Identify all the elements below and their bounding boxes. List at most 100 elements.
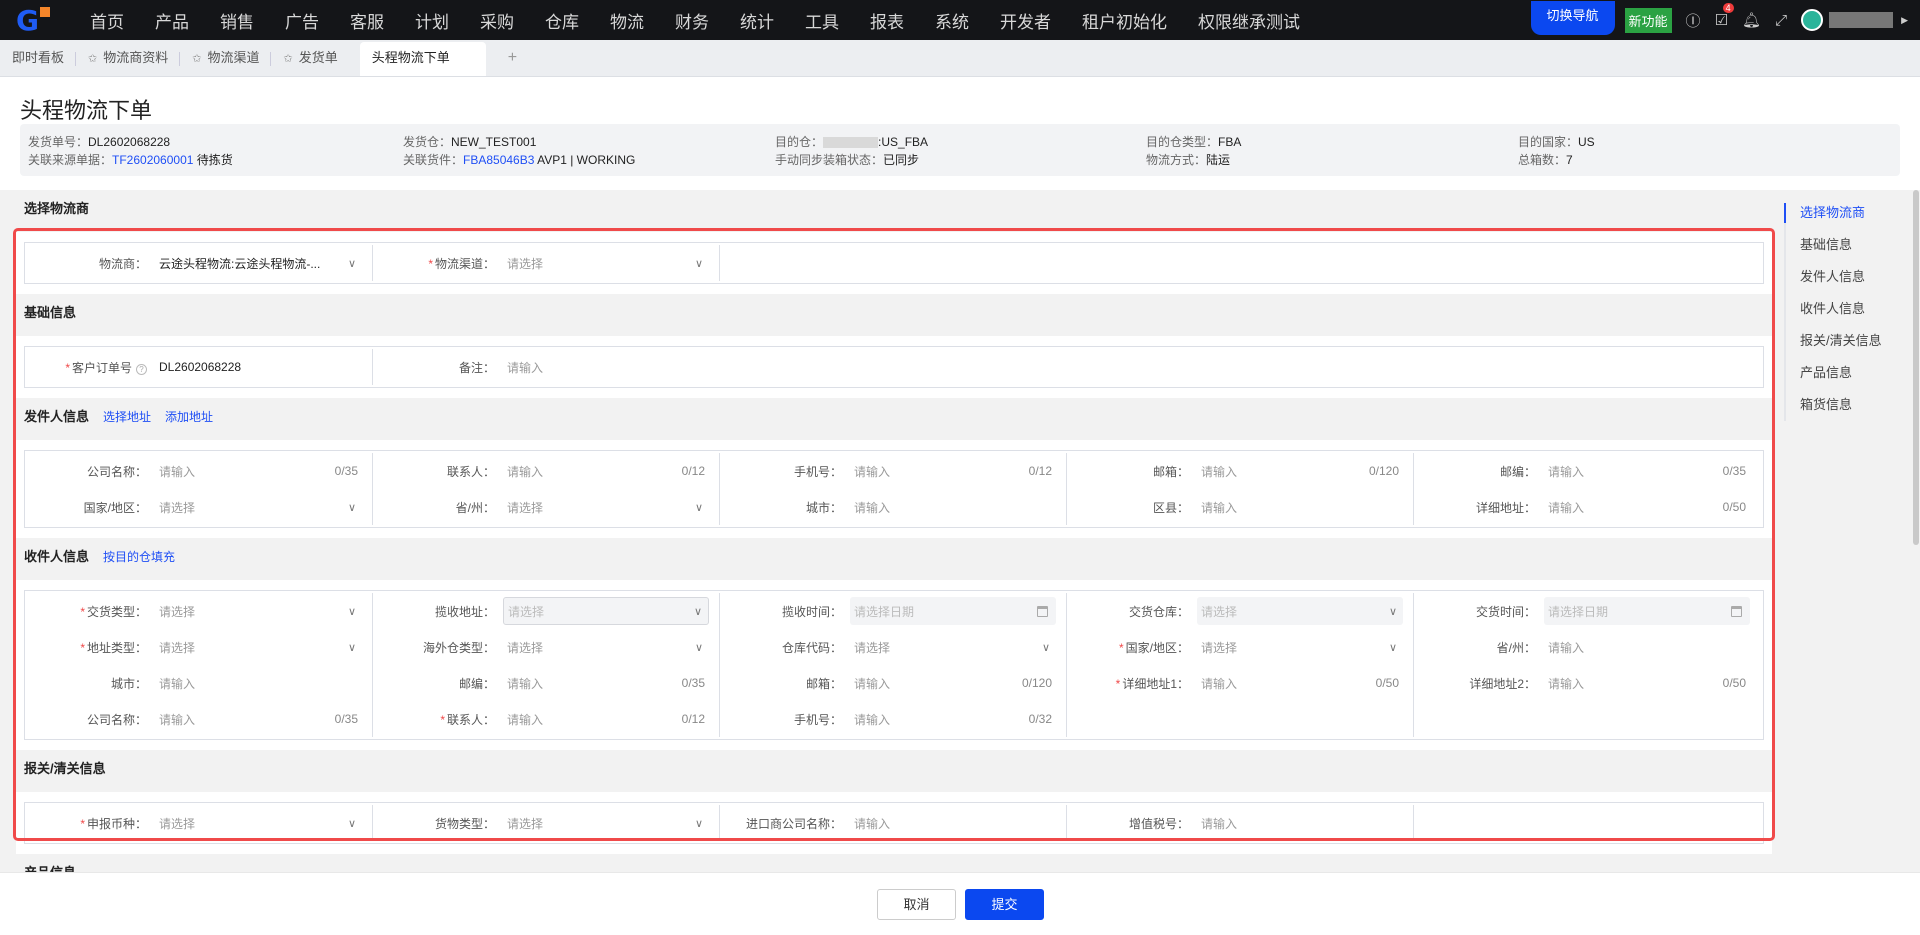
nav-menu-item[interactable]: 报表 bbox=[870, 8, 904, 33]
username-blurred[interactable] bbox=[1829, 12, 1894, 28]
fullscreen-icon[interactable]: ⤢ bbox=[1775, 12, 1787, 29]
text-input[interactable]: 请输入 0/32 bbox=[850, 705, 1056, 733]
new-feature-button[interactable]: 新功能 bbox=[1624, 7, 1672, 33]
nav-menu-item[interactable]: 财务 bbox=[675, 8, 709, 33]
nav-menu-item[interactable]: 权限继承测试 bbox=[1198, 8, 1300, 33]
shipment-link[interactable]: FBA85046B3 bbox=[463, 153, 534, 167]
section-link[interactable]: 添加地址 bbox=[165, 410, 213, 424]
cancel-button[interactable]: 取消 bbox=[877, 889, 956, 920]
form-field: 备注： 请输入 bbox=[372, 349, 1760, 385]
select-field[interactable]: 请选择 ∨ bbox=[1197, 633, 1403, 661]
bell-icon[interactable]: 🔔︎ bbox=[1742, 11, 1761, 29]
nav-menu-item[interactable]: 物流 bbox=[610, 8, 644, 33]
select-field[interactable]: 请选择 ∨ bbox=[155, 633, 362, 661]
nav-menu-item[interactable]: 首页 bbox=[90, 8, 124, 33]
text-input[interactable]: DL2602068228 bbox=[155, 353, 362, 381]
form-field: 货物类型： 请选择 ∨ bbox=[372, 805, 719, 841]
source-link[interactable]: TF2602060001 bbox=[112, 153, 193, 167]
scrollbar-thumb[interactable] bbox=[1913, 190, 1919, 545]
tab-item[interactable]: ✩ 物流商资料 bbox=[76, 42, 181, 76]
section-title: 收件人信息 bbox=[24, 549, 90, 564]
text-input[interactable]: 请输入 0/50 bbox=[1544, 493, 1750, 521]
text-input[interactable]: 请输入 0/12 bbox=[850, 457, 1056, 485]
tab-item[interactable]: 即时看板 bbox=[0, 42, 77, 76]
anchor-link[interactable]: 发件人信息 bbox=[1784, 267, 1882, 299]
text-input[interactable]: 请输入 0/50 bbox=[1544, 669, 1750, 697]
select-field[interactable]: 云途头程物流:云途头程物流-... ∨ bbox=[155, 249, 362, 277]
text-input[interactable]: 请输入 0/120 bbox=[1197, 457, 1403, 485]
section-link[interactable]: 按目的仓填充 bbox=[103, 550, 175, 564]
select-field[interactable]: 请选择 ∨ bbox=[503, 249, 709, 277]
submit-button[interactable]: 提交 bbox=[965, 889, 1044, 920]
text-input[interactable]: 请输入 bbox=[155, 669, 362, 697]
anchor-link[interactable]: 箱货信息 bbox=[1784, 395, 1882, 427]
field-label: 省/州： bbox=[1414, 639, 1542, 656]
nav-menu-item[interactable]: 客服 bbox=[350, 8, 384, 33]
pin-icon[interactable]: ✩ bbox=[88, 53, 97, 65]
field-label: * 交货类型： bbox=[25, 603, 153, 620]
tab-item[interactable]: ✩ 发货单 bbox=[271, 42, 349, 76]
field-label-text: 联系人： bbox=[446, 464, 495, 479]
text-input[interactable]: 请输入 0/35 bbox=[155, 457, 362, 485]
pin-icon[interactable]: ✩ bbox=[283, 53, 292, 65]
text-input[interactable]: 请输入 0/35 bbox=[155, 705, 362, 733]
help-circle-icon[interactable]: Ⓘ bbox=[1686, 10, 1701, 31]
text-input[interactable]: 请输入 bbox=[850, 809, 1056, 837]
anchor-link[interactable]: 收件人信息 bbox=[1784, 299, 1882, 331]
nav-menu-item[interactable]: 采购 bbox=[480, 8, 514, 33]
help-icon[interactable]: ? bbox=[136, 363, 147, 375]
anchor-link[interactable]: 产品信息 bbox=[1784, 363, 1882, 395]
section-title: 发件人信息 bbox=[24, 409, 90, 424]
text-input[interactable]: 请输入 bbox=[1544, 633, 1750, 661]
select-field[interactable]: 请选择 ∨ bbox=[155, 597, 362, 625]
text-input[interactable]: 请输入 bbox=[503, 353, 1750, 381]
pin-icon[interactable]: ✩ bbox=[192, 53, 201, 65]
caret-right-icon[interactable]: ▶ bbox=[1901, 15, 1908, 26]
select-field[interactable]: 请选择 ∨ bbox=[503, 809, 709, 837]
text-input[interactable]: 请输入 0/12 bbox=[503, 705, 709, 733]
field-placeholder: 请输入 bbox=[507, 360, 544, 375]
avatar[interactable] bbox=[1801, 9, 1824, 31]
field-label-text: 区县： bbox=[1152, 500, 1189, 515]
logo[interactable]: G bbox=[16, 5, 60, 35]
nav-menu-item[interactable]: 开发者 bbox=[1000, 8, 1051, 33]
nav-menu-item[interactable]: 租户初始化 bbox=[1082, 8, 1167, 33]
nav-menu-item[interactable]: 工具 bbox=[805, 8, 839, 33]
tab-item[interactable]: ✩ 物流渠道 bbox=[180, 42, 272, 76]
switch-nav-button[interactable]: 切换导航 bbox=[1530, 1, 1615, 35]
field-placeholder: 请选择 bbox=[507, 256, 544, 271]
nav-menu-item[interactable]: 仓库 bbox=[545, 8, 579, 33]
anchor-link[interactable]: 基础信息 bbox=[1784, 235, 1882, 267]
text-input[interactable]: 请输入 0/35 bbox=[503, 669, 709, 697]
select-field[interactable]: 请选择 ∨ bbox=[503, 493, 709, 521]
nav-menu-item[interactable]: 计划 bbox=[415, 8, 449, 33]
char-counter: 0/50 bbox=[1722, 676, 1746, 690]
field-label: 区县： bbox=[1067, 499, 1195, 516]
select-field[interactable]: 请选择 ∨ bbox=[155, 809, 362, 837]
add-tab-button[interactable]: + bbox=[496, 42, 529, 76]
select-field[interactable]: 请选择 ∨ bbox=[503, 633, 709, 661]
text-input[interactable]: 请输入 bbox=[850, 493, 1056, 521]
select-field[interactable]: 请选择 ∨ bbox=[155, 493, 362, 521]
tab-item[interactable]: 头程物流下单 bbox=[359, 42, 486, 76]
select-field[interactable]: 请选择 ∨ bbox=[850, 633, 1056, 661]
nav-menu-item[interactable]: 产品 bbox=[155, 8, 189, 33]
text-input[interactable]: 请输入 bbox=[1197, 493, 1403, 521]
anchor-link[interactable]: 选择物流商 bbox=[1784, 203, 1882, 223]
section-link[interactable]: 选择地址 bbox=[103, 410, 151, 424]
field-label: * 物流渠道： bbox=[373, 255, 501, 272]
nav-menu-item[interactable]: 系统 bbox=[935, 8, 969, 33]
task-icon[interactable]: ☑ 4 bbox=[1715, 3, 1734, 29]
form-field: 城市： 请输入 bbox=[25, 665, 372, 701]
text-input[interactable]: 请输入 0/12 bbox=[503, 457, 709, 485]
nav-menu-item[interactable]: 销售 bbox=[220, 8, 254, 33]
text-input[interactable]: 请输入 bbox=[1197, 809, 1403, 837]
text-input[interactable]: 请输入 0/120 bbox=[850, 669, 1056, 697]
nav-menu-item[interactable]: 统计 bbox=[740, 8, 774, 33]
text-input[interactable]: 请输入 0/50 bbox=[1197, 669, 1403, 697]
scrollbar[interactable] bbox=[1912, 190, 1920, 872]
anchor-link[interactable]: 报关/清关信息 bbox=[1784, 331, 1882, 363]
text-input[interactable]: 请输入 0/35 bbox=[1544, 457, 1750, 485]
nav-menu-item[interactable]: 广告 bbox=[285, 8, 319, 33]
chevron-down-icon: ∨ bbox=[694, 641, 703, 654]
